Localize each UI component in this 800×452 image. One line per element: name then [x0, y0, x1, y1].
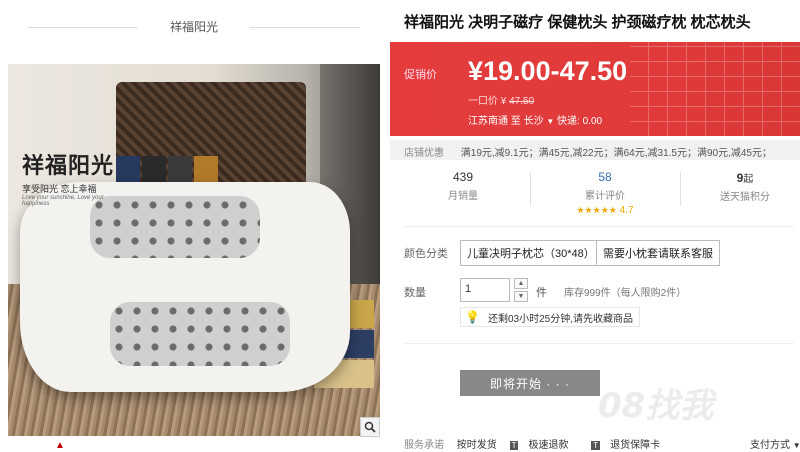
coming-soon-button[interactable]: 即将开始 · · ·	[460, 370, 600, 396]
promo-price: ¥19.00-47.50	[468, 56, 628, 86]
ship-from: 江苏南通	[468, 116, 508, 127]
promo-label: 促销价	[404, 69, 437, 81]
service-item-label: 退货保障卡	[610, 440, 661, 451]
product-gallery: 祥福阳光 祥福阳光 享受阳光 恋上幸福 Love your sunshine, …	[0, 0, 388, 452]
service-tag-icon: T	[509, 441, 519, 450]
monthly-sales-label: 月销量	[448, 191, 478, 202]
payment-label: 支付方式	[750, 440, 790, 451]
original-price-label: 一口价	[468, 96, 498, 107]
rating-value: 4.7	[619, 205, 634, 216]
chevron-up-icon[interactable]: ▲	[55, 440, 65, 451]
site-watermark: 08找我	[598, 386, 714, 426]
reminder-tip: 💡 还剩03小时25分钟,请先收藏商品	[460, 307, 640, 327]
shop-coupons: 店铺优惠 满19元,减9.1元；满45元,减22元；满64元,减31.5元；满9…	[390, 140, 800, 160]
divider	[680, 172, 681, 206]
product-info: 祥福阳光 决明子磁疗 保健枕头 护颈磁疗枕 枕芯枕头 促销价 ¥19.00-47…	[388, 0, 800, 452]
stock-info: 库存999件（每人限购2件）	[564, 288, 687, 299]
service-item-label: 极速退款	[528, 440, 569, 451]
service-label: 服务承诺	[404, 440, 444, 451]
quantity-input[interactable]: 1	[460, 278, 510, 302]
product-main-image[interactable]: 祥福阳光 享受阳光 恋上幸福 Love your sunshine, Love …	[8, 64, 380, 436]
sku-option[interactable]: 儿童决明子枕芯（30*48）	[460, 240, 602, 266]
chevron-down-icon: ▼	[546, 117, 555, 126]
ship-to-word: 至	[510, 116, 521, 127]
rating: ★★★★★ 4.7	[550, 205, 660, 216]
ship-to: 长沙	[523, 116, 544, 127]
quantity-label: 数量	[404, 287, 426, 299]
reviews[interactable]: 58 累计评价 ★★★★★ 4.7	[550, 170, 660, 216]
logo-slogan: 享受阳光 恋上幸福	[22, 184, 97, 194]
service-tag-icon: T	[591, 441, 601, 450]
original-price-value: 47.50	[509, 96, 535, 107]
quantity-unit: 件	[536, 287, 547, 299]
chevron-down-icon: ▼	[792, 441, 800, 450]
divider	[250, 27, 360, 28]
zoom-icon[interactable]	[360, 417, 380, 437]
shipping-info: 江苏南通 至 长沙 ▼ 快递: 0.00	[468, 112, 602, 127]
monthly-sales: 439 月销量	[408, 170, 518, 202]
sku-option[interactable]: 需要小枕套请联系客服	[596, 240, 720, 266]
divider	[404, 226, 794, 227]
logo-slogan-en: Love your sunshine, Love your happiness	[22, 195, 104, 207]
points-value: 9起	[690, 170, 800, 185]
divider	[404, 343, 794, 344]
color-label: 颜色分类	[404, 248, 448, 260]
service-item[interactable]: T 退货保障卡	[591, 440, 670, 451]
pillow-magnet-band	[110, 302, 290, 366]
express-fee: 快递: 0.00	[557, 116, 603, 127]
divider	[530, 172, 531, 206]
coupon-label: 店铺优惠	[404, 148, 444, 159]
brand-logo: 祥福阳光 享受阳光 恋上幸福 Love your sunshine, Love …	[22, 148, 132, 207]
points-unit: 起	[743, 174, 754, 185]
reviews-label: 累计评价	[585, 191, 625, 202]
service-promises: 服务承诺 按时发货 T 极速退款 T 退货保障卡	[404, 436, 680, 451]
original-price: 一口价 ¥ 47.50	[468, 92, 534, 107]
reminder-text: 还剩03小时25分钟,请先收藏商品	[487, 313, 633, 325]
service-item[interactable]: T 极速退款	[509, 440, 579, 451]
promo-panel: 促销价 ¥19.00-47.50 一口价 ¥ 47.50 江苏南通 至 长沙 ▼…	[390, 42, 800, 136]
reviews-count: 58	[598, 170, 612, 184]
quantity-increase-icon[interactable]: ▲	[514, 278, 528, 289]
logo-text: 祥福阳光	[22, 153, 115, 179]
quantity-decrease-icon[interactable]: ▼	[514, 291, 528, 302]
ship-to-select[interactable]: 长沙 ▼	[524, 116, 555, 127]
sales-stats: 439 月销量 58 累计评价 ★★★★★ 4.7 9起 送天猫积分	[390, 166, 800, 218]
monthly-sales-value: 439	[452, 170, 474, 184]
promo-pattern	[630, 42, 800, 136]
product-title: 祥福阳光 决明子磁疗 保健枕头 护颈磁疗枕 枕芯枕头	[404, 14, 751, 31]
star-icon: ★★★★★	[576, 205, 617, 215]
tmall-points: 9起 送天猫积分	[690, 170, 800, 203]
points-label: 送天猫积分	[720, 192, 770, 203]
currency-symbol: ¥	[500, 96, 507, 107]
payment-methods[interactable]: 支付方式 ▼	[750, 436, 800, 451]
image-pillow	[20, 182, 350, 392]
coupon-text: 满19元,减9.1元；满45元,减22元；满64元,减31.5元；满90元,减4…	[460, 148, 772, 159]
service-item[interactable]: 按时发货	[457, 440, 497, 451]
lightbulb-icon: 💡	[465, 310, 480, 324]
